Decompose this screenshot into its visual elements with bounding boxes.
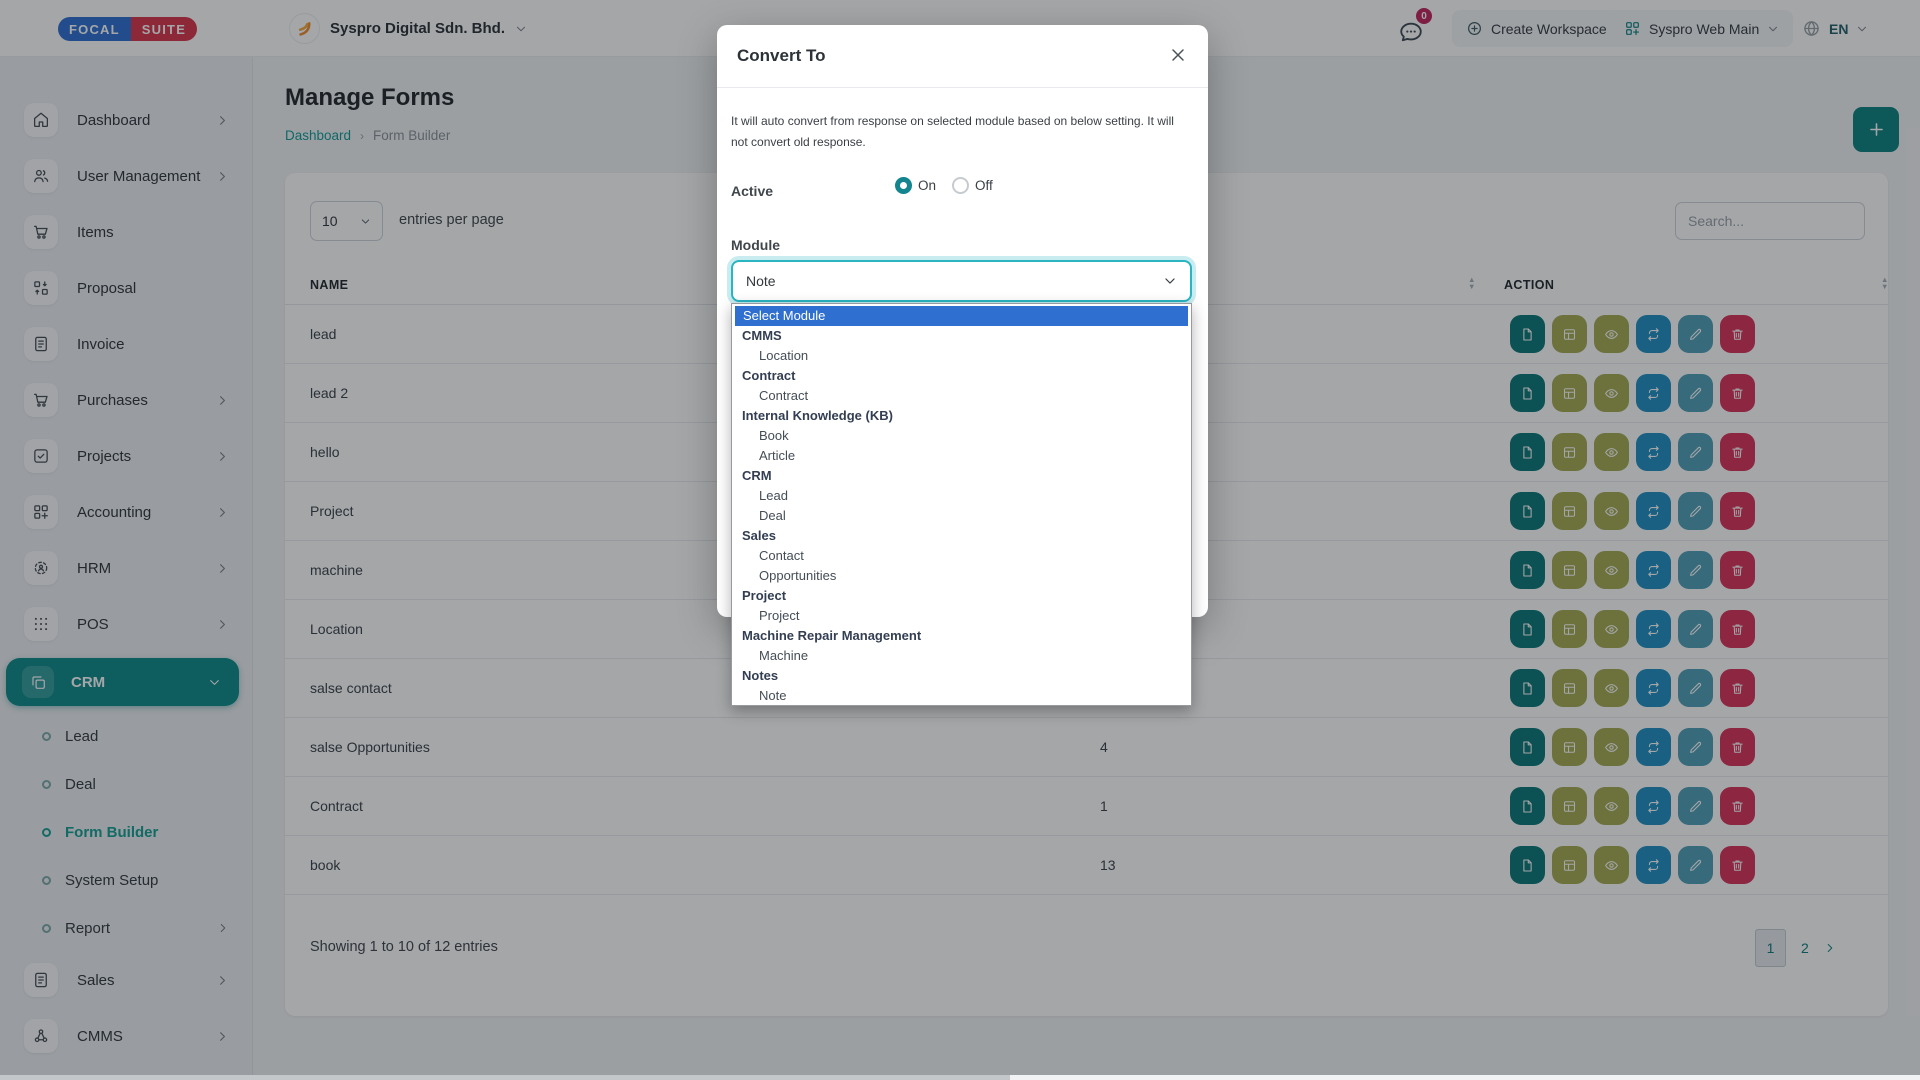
module-field-label: Module xyxy=(731,237,780,253)
active-field-label: Active xyxy=(731,183,773,199)
dropdown-group-label: Project xyxy=(732,586,1191,606)
dropdown-option[interactable]: Note xyxy=(732,686,1191,706)
dropdown-group-options: Book Article xyxy=(732,426,1191,466)
dropdown-option[interactable]: Location xyxy=(732,346,1191,366)
dropdown-group-label: Machine Repair Management xyxy=(732,626,1191,646)
close-icon[interactable] xyxy=(1168,45,1188,65)
dropdown-group-options: Contract xyxy=(732,386,1191,406)
modal-description: It will auto convert from response on se… xyxy=(731,111,1183,153)
modal-title: Convert To xyxy=(737,46,825,66)
dropdown-option[interactable]: Book xyxy=(732,426,1191,446)
module-select[interactable]: Note xyxy=(731,260,1192,302)
dropdown-option[interactable]: Contract xyxy=(732,386,1191,406)
dropdown-group: CMMS Location xyxy=(732,326,1191,366)
scrollbar-thumb[interactable] xyxy=(0,1075,1010,1080)
app-screen: FOCAL SUITE Syspro Digital Sdn. Bhd. 0 C… xyxy=(0,0,1920,1080)
dropdown-group-options: Location xyxy=(732,346,1191,366)
dropdown-group-label: CMMS xyxy=(732,326,1191,346)
module-select-value: Note xyxy=(746,273,776,289)
dropdown-group-label: Contract xyxy=(732,366,1191,386)
radio-off-unselected[interactable] xyxy=(952,177,969,194)
dropdown-option[interactable]: Article xyxy=(732,446,1191,466)
dropdown-groups: CMMS Location Contract Contract xyxy=(732,326,1191,706)
dropdown-option[interactable]: Deal xyxy=(732,506,1191,526)
radio-option-on[interactable]: On xyxy=(895,177,936,194)
radio-on-selected[interactable] xyxy=(895,177,912,194)
dropdown-group-label: Notes xyxy=(732,666,1191,686)
dropdown-group-options: Project xyxy=(732,606,1191,626)
dropdown-group: Sales Contact Opportunities xyxy=(732,526,1191,586)
radio-on-label: On xyxy=(918,178,936,193)
dropdown-group-label: Sales xyxy=(732,526,1191,546)
dropdown-group-options: Note xyxy=(732,686,1191,706)
dropdown-group: CRM Lead Deal xyxy=(732,466,1191,526)
dropdown-group: Contract Contract xyxy=(732,366,1191,406)
dropdown-group: Notes Note xyxy=(732,666,1191,706)
dropdown-option[interactable]: Opportunities xyxy=(732,566,1191,586)
dropdown-group: Internal Knowledge (KB) Book Article xyxy=(732,406,1191,466)
dropdown-group-options: Lead Deal xyxy=(732,486,1191,526)
dropdown-group-label: CRM xyxy=(732,466,1191,486)
dropdown-group-label: Internal Knowledge (KB) xyxy=(732,406,1191,426)
dropdown-option[interactable]: Contact xyxy=(732,546,1191,566)
radio-option-off[interactable]: Off xyxy=(952,177,993,194)
dropdown-group-options: Contact Opportunities xyxy=(732,546,1191,586)
dropdown-group: Machine Repair Management Machine xyxy=(732,626,1191,666)
horizontal-scrollbar[interactable] xyxy=(0,1075,1920,1080)
radio-off-label: Off xyxy=(975,178,993,193)
dropdown-option[interactable]: Machine xyxy=(732,646,1191,666)
dropdown-option-selected[interactable]: Select Module xyxy=(735,306,1188,326)
dropdown-option[interactable]: Lead xyxy=(732,486,1191,506)
dropdown-group: Project Project xyxy=(732,586,1191,626)
module-dropdown-list: Select Module CMMS Location Contract xyxy=(731,303,1192,706)
chevron-down-icon xyxy=(1163,274,1177,288)
modal-header: Convert To xyxy=(717,25,1208,88)
dropdown-group-options: Machine xyxy=(732,646,1191,666)
dropdown-option[interactable]: Project xyxy=(732,606,1191,626)
active-radio-group: On Off xyxy=(895,177,993,194)
